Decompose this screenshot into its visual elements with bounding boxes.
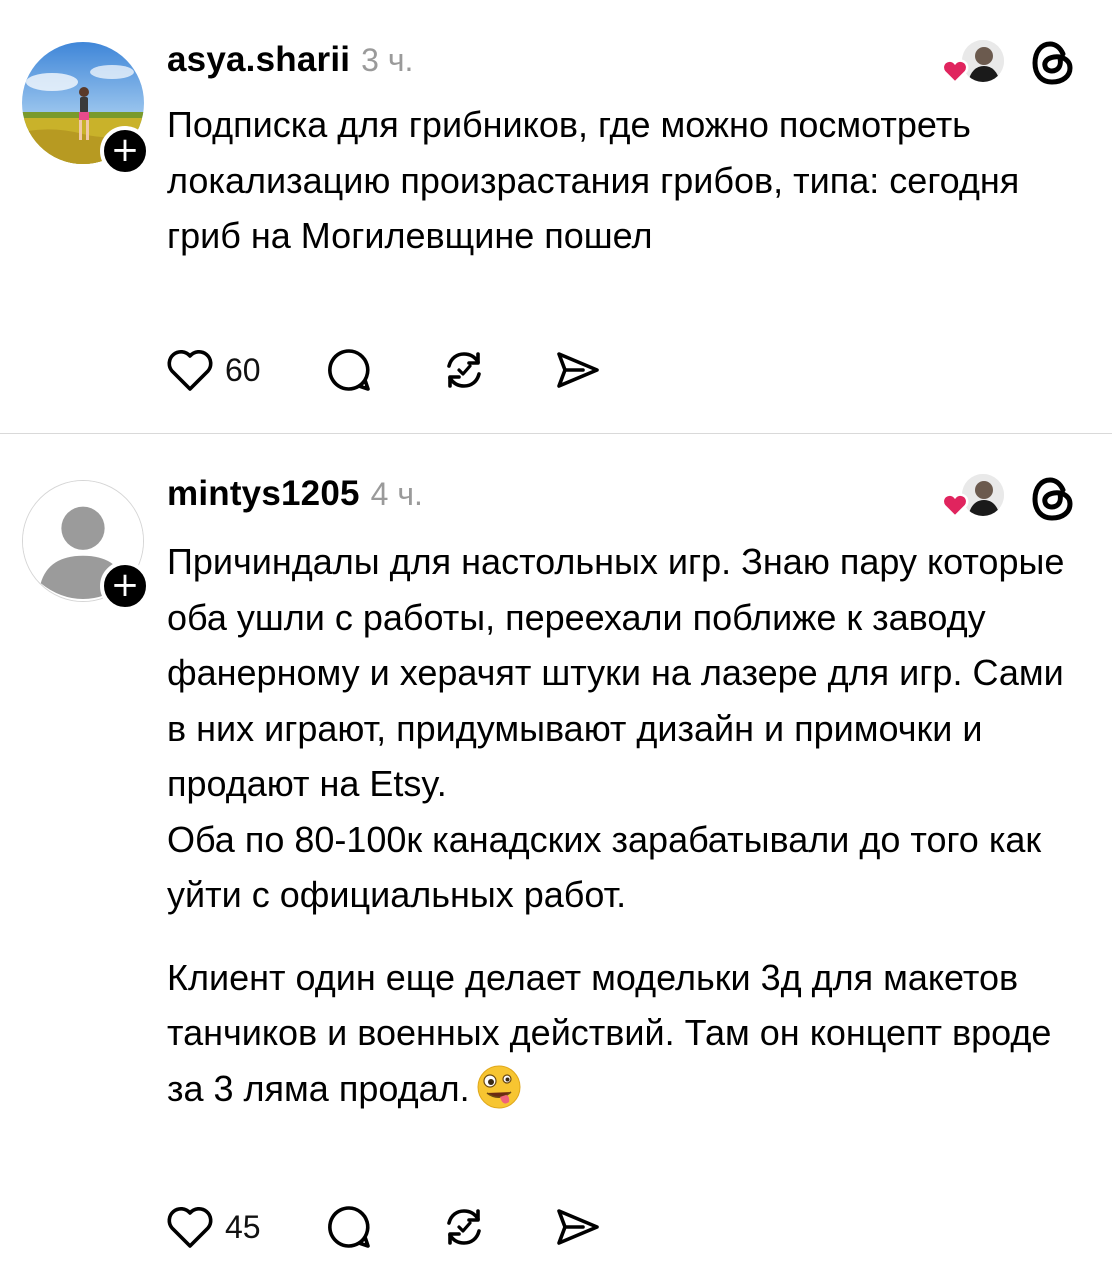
reply-button[interactable] — [325, 346, 373, 394]
timestamp: 4 ч. — [370, 476, 423, 512]
heart-icon — [941, 59, 969, 84]
like-count: 60 — [225, 351, 261, 388]
replier-avatars[interactable] — [940, 472, 1006, 522]
follow-button[interactable]: + — [100, 126, 150, 176]
heart-icon — [941, 493, 969, 518]
thread-post: + mintys1205 4 ч. Причиндалы для настоль… — [0, 434, 1112, 1280]
like-count: 45 — [225, 1208, 261, 1245]
post-body: Подписка для грибников, где можно посмот… — [167, 97, 1087, 264]
threads-icon[interactable] — [1030, 38, 1076, 88]
replier-avatars[interactable] — [940, 38, 1006, 88]
username[interactable]: mintys1205 — [167, 474, 360, 514]
follow-button[interactable]: + — [100, 561, 150, 611]
heart-icon — [167, 350, 213, 391]
repost-icon — [446, 1209, 481, 1245]
heart-icon — [167, 1207, 213, 1248]
threads-icon[interactable] — [1030, 474, 1076, 524]
share-button[interactable] — [553, 1203, 601, 1251]
repost-button[interactable] — [440, 346, 488, 394]
comment-icon — [327, 349, 370, 391]
action-bar: 45 — [165, 1202, 601, 1252]
reply-button[interactable] — [325, 1203, 373, 1251]
post-header: asya.sharii 3 ч. — [167, 40, 413, 80]
repost-button[interactable] — [440, 1203, 488, 1251]
post-text: Клиент один еще делает модельки 3д для м… — [167, 950, 1087, 1117]
post-body: Причиндалы для настольных игр. Знаю пару… — [167, 534, 1087, 1116]
share-icon — [556, 352, 599, 388]
share-icon — [556, 1209, 599, 1245]
zany-face-emoji — [477, 1065, 521, 1108]
comment-icon — [327, 1206, 370, 1248]
action-bar: 60 — [165, 345, 601, 395]
post-text-line: Клиент один еще делает модельки 3д для м… — [167, 956, 1052, 1109]
post-text: Причиндалы для настольных игр. Знаю пару… — [167, 541, 1065, 804]
share-button[interactable] — [553, 346, 601, 394]
repost-icon — [446, 352, 481, 388]
username[interactable]: asya.sharii — [167, 40, 350, 80]
post-text: Подписка для грибников, где можно посмот… — [167, 104, 1020, 256]
like-button[interactable]: 60 — [165, 347, 261, 393]
post-text: Оба по 80-100к канадских зарабатывали до… — [167, 818, 1042, 916]
timestamp: 3 ч. — [361, 42, 414, 78]
thread-post: + asya.sharii 3 ч. Подписка для грибнико… — [0, 0, 1112, 433]
post-header: mintys1205 4 ч. — [167, 474, 423, 514]
like-button[interactable]: 45 — [165, 1204, 261, 1250]
